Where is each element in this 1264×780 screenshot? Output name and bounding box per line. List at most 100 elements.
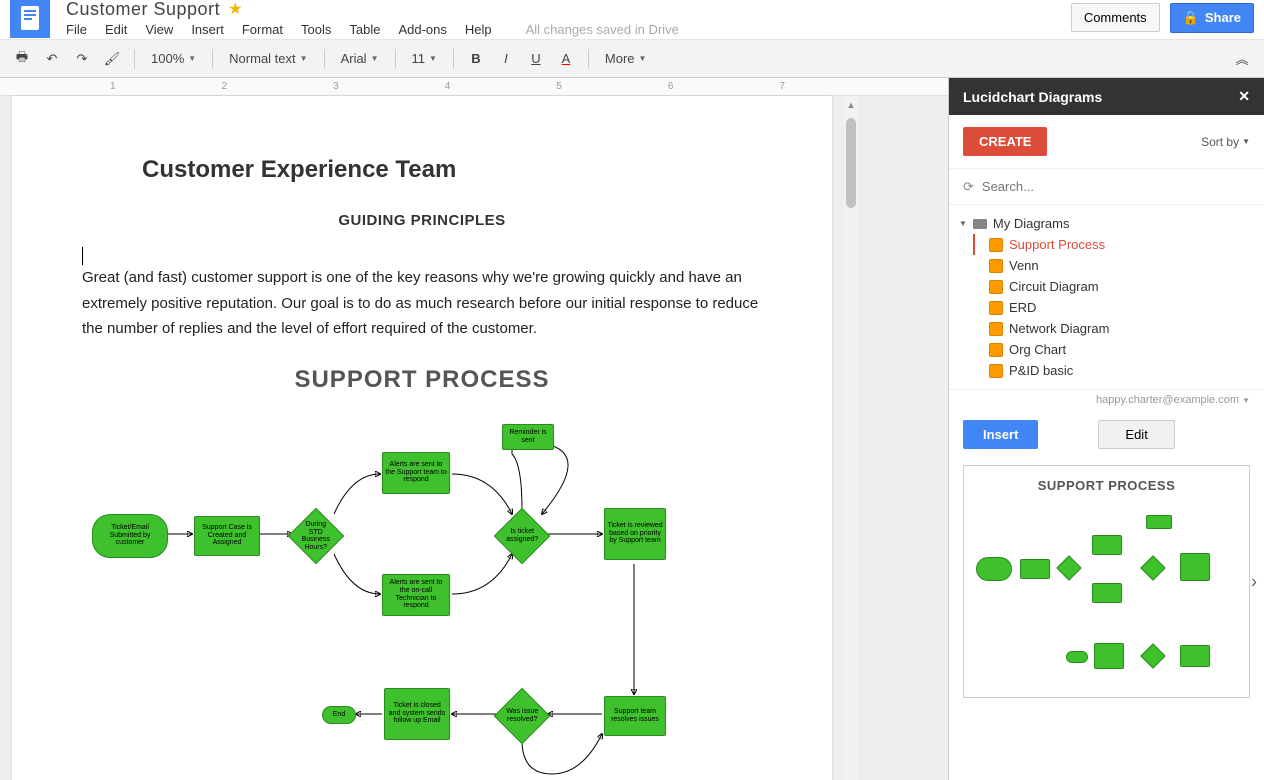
folder-label: My Diagrams: [993, 216, 1070, 231]
tree-item-support-process[interactable]: Support Process: [959, 234, 1254, 255]
menu-insert[interactable]: Insert: [191, 22, 224, 37]
separator: [134, 49, 135, 69]
zoom-combo[interactable]: 100%▼: [145, 51, 202, 66]
docs-logo[interactable]: [10, 0, 50, 38]
text-cursor: [82, 247, 83, 265]
flow-resolved-decision: Was issue resolved?: [494, 687, 551, 744]
refresh-icon[interactable]: ⟳: [963, 179, 974, 195]
bold-icon[interactable]: B: [464, 47, 488, 71]
diagram-icon: [989, 364, 1003, 378]
app-header: Customer Support ★ File Edit View Insert…: [0, 0, 1264, 40]
flow-case: Support Case is Created and Assigned: [194, 516, 260, 556]
body-paragraph: Great (and fast) customer support is one…: [82, 265, 762, 342]
separator: [324, 49, 325, 69]
document-page[interactable]: Customer Experience Team GUIDING PRINCIP…: [12, 96, 832, 780]
disclosure-icon[interactable]: ▼: [959, 219, 967, 228]
lucidchart-sidebar: Lucidchart Diagrams ✕ CREATE Sort by▼ ⟳ …: [948, 78, 1264, 780]
font-combo[interactable]: Arial▼: [335, 51, 385, 66]
menu-view[interactable]: View: [145, 22, 173, 37]
sidebar-header: Lucidchart Diagrams ✕: [949, 78, 1264, 115]
main: 1 2 3 4 5 6 7 Customer Experience Team G…: [0, 78, 1264, 780]
folder-icon: [973, 219, 987, 229]
flow-end: End: [322, 706, 356, 724]
underline-icon[interactable]: U: [524, 47, 548, 71]
diagram-icon: [989, 301, 1003, 315]
flow-closed: Ticket is closed and system sends follow…: [384, 688, 450, 740]
menubar: File Edit View Insert Format Tools Table…: [66, 22, 1071, 37]
separator: [453, 49, 454, 69]
tree-item-label: ERD: [1009, 300, 1036, 315]
tree-item-label: Network Diagram: [1009, 321, 1109, 336]
edit-button[interactable]: Edit: [1098, 420, 1174, 449]
sidebar-title: Lucidchart Diagrams: [963, 89, 1102, 105]
diagram-icon: [989, 343, 1003, 357]
comments-button[interactable]: Comments: [1071, 3, 1160, 32]
tree-item-label: Circuit Diagram: [1009, 279, 1099, 294]
italic-icon[interactable]: I: [494, 47, 518, 71]
ruler-tick: 5: [556, 81, 562, 92]
share-label: Share: [1205, 10, 1241, 25]
insert-button[interactable]: Insert: [963, 420, 1038, 449]
section-heading: SUPPORT PROCESS: [82, 366, 762, 394]
tree-item-pid[interactable]: P&ID basic: [959, 360, 1254, 381]
menu-format[interactable]: Format: [242, 22, 283, 37]
ruler[interactable]: 1 2 3 4 5 6 7: [0, 78, 948, 96]
tree-item-orgchart[interactable]: Org Chart: [959, 339, 1254, 360]
lock-icon: 🔒: [1183, 10, 1199, 26]
scroll-thumb[interactable]: [846, 118, 856, 208]
menu-addons[interactable]: Add-ons: [398, 22, 446, 37]
star-icon[interactable]: ★: [228, 0, 242, 19]
document-area: 1 2 3 4 5 6 7 Customer Experience Team G…: [0, 78, 948, 780]
tree-item-network[interactable]: Network Diagram: [959, 318, 1254, 339]
undo-icon[interactable]: ↶: [40, 47, 64, 71]
tree-item-circuit[interactable]: Circuit Diagram: [959, 276, 1254, 297]
share-button[interactable]: 🔒 Share: [1170, 3, 1254, 33]
menu-help[interactable]: Help: [465, 22, 492, 37]
redo-icon[interactable]: ↷: [70, 47, 94, 71]
diagram-icon: [989, 259, 1003, 273]
page-subheading: GUIDING PRINCIPLES: [82, 212, 762, 229]
ruler-tick: 2: [222, 81, 228, 92]
tree-folder[interactable]: ▼ My Diagrams: [959, 213, 1254, 234]
flowchart-diagram[interactable]: Ticket/Email Submitted by customer Suppo…: [82, 424, 762, 780]
create-button[interactable]: CREATE: [963, 127, 1047, 156]
separator: [212, 49, 213, 69]
collapse-toolbar-icon[interactable]: ︽: [1230, 47, 1254, 71]
separator: [395, 49, 396, 69]
menu-tools[interactable]: Tools: [301, 22, 331, 37]
flow-reminder: Reminder is sent: [502, 424, 554, 450]
page-heading: Customer Experience Team: [142, 156, 762, 184]
tree-item-venn[interactable]: Venn: [959, 255, 1254, 276]
close-icon[interactable]: ✕: [1238, 88, 1250, 105]
ruler-tick: 1: [110, 81, 116, 92]
menu-table[interactable]: Table: [349, 22, 380, 37]
flow-resolves: Support team resolves issues: [604, 696, 666, 736]
ruler-tick: 6: [668, 81, 674, 92]
paragraph-style-combo[interactable]: Normal text▼: [223, 51, 313, 66]
scrollbar[interactable]: ▲: [844, 96, 858, 780]
more-combo[interactable]: More▼: [599, 51, 653, 66]
text-color-icon[interactable]: A: [554, 47, 578, 71]
diagram-preview[interactable]: SUPPORT PROCESS ›: [963, 465, 1250, 698]
next-preview-icon[interactable]: ›: [1251, 571, 1257, 592]
doc-title[interactable]: Customer Support: [66, 0, 220, 20]
menu-file[interactable]: File: [66, 22, 87, 37]
diagram-icon: [989, 238, 1003, 252]
menu-edit[interactable]: Edit: [105, 22, 127, 37]
preview-title: SUPPORT PROCESS: [972, 478, 1241, 493]
tree-item-label: Support Process: [1009, 237, 1105, 252]
paint-format-icon[interactable]: 🖌: [100, 47, 124, 71]
flow-assigned-decision: Is ticket assigned?: [494, 507, 551, 564]
scroll-up-icon[interactable]: ▲: [847, 100, 856, 110]
sortby-dropdown[interactable]: Sort by▼: [1201, 135, 1250, 149]
font-size-combo[interactable]: 11▼: [406, 51, 443, 66]
separator: [588, 49, 589, 69]
preview-canvas: [972, 505, 1241, 685]
ruler-tick: 7: [779, 81, 785, 92]
search-input[interactable]: [982, 173, 1250, 200]
ruler-tick: 4: [445, 81, 451, 92]
toolbar: 🖶 ↶ ↷ 🖌 100%▼ Normal text▼ Arial▼ 11▼ B …: [0, 40, 1264, 78]
tree-item-label: Org Chart: [1009, 342, 1066, 357]
print-icon[interactable]: 🖶: [10, 47, 34, 71]
tree-item-erd[interactable]: ERD: [959, 297, 1254, 318]
